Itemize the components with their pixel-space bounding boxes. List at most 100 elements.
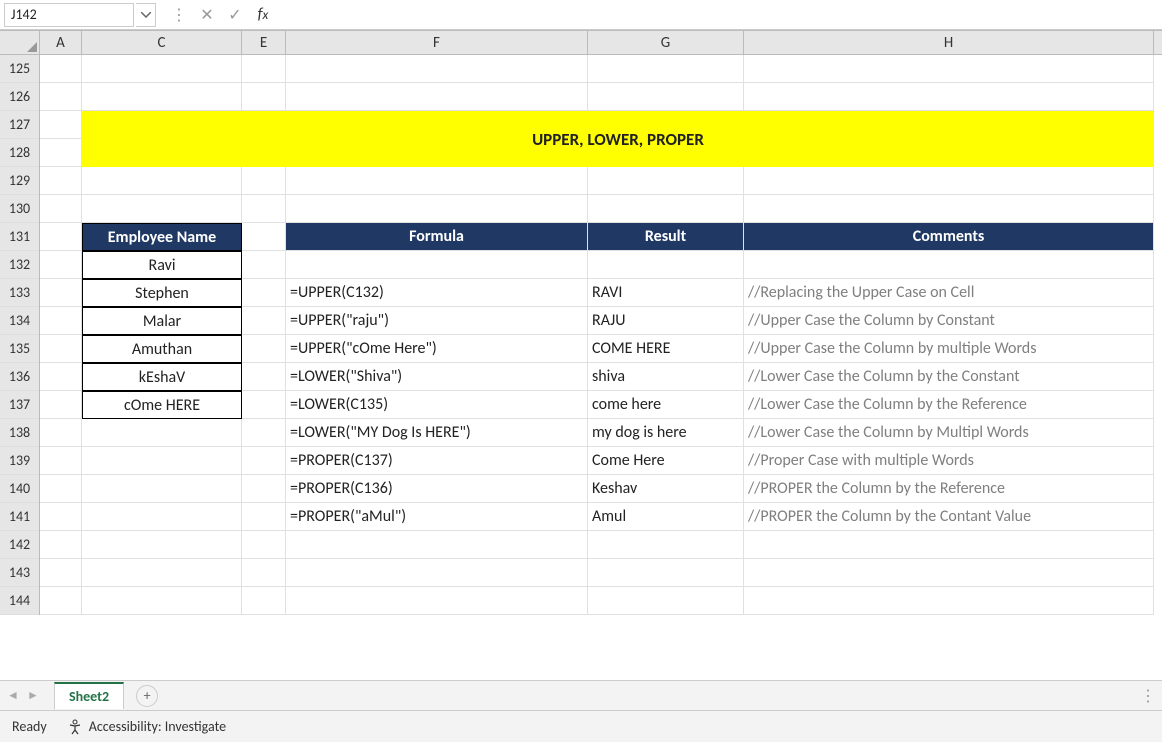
cell[interactable]	[242, 251, 286, 279]
row-header[interactable]: 134	[0, 307, 39, 335]
cell[interactable]	[82, 55, 242, 83]
cell[interactable]	[40, 419, 82, 447]
row-header[interactable]: 125	[0, 55, 39, 83]
enter-formula-button[interactable]: ✓	[222, 3, 248, 27]
cell[interactable]	[40, 223, 82, 251]
cell[interactable]	[286, 167, 588, 195]
result-cell[interactable]: come here	[588, 391, 744, 419]
cell[interactable]	[588, 55, 744, 83]
cell[interactable]	[744, 195, 1154, 223]
result-cell[interactable]: COME HERE	[588, 335, 744, 363]
cell[interactable]	[40, 503, 82, 531]
cell[interactable]	[588, 251, 744, 279]
row-header[interactable]: 133	[0, 279, 39, 307]
cell[interactable]	[40, 335, 82, 363]
comment-cell[interactable]: //Upper Case the Column by Constant	[744, 307, 1154, 335]
cell[interactable]	[744, 559, 1154, 587]
cell[interactable]	[242, 363, 286, 391]
col-header-F[interactable]: F	[286, 31, 588, 54]
cell[interactable]	[286, 195, 588, 223]
cell[interactable]	[40, 251, 82, 279]
cell[interactable]	[242, 335, 286, 363]
cell[interactable]	[744, 587, 1154, 615]
comment-cell[interactable]: //Proper Case with multiple Words	[744, 447, 1154, 475]
sheet-nav-next[interactable]: ►	[24, 686, 42, 706]
col-header-H[interactable]: H	[744, 31, 1154, 54]
employee-cell[interactable]: Amuthan	[82, 335, 242, 363]
cell[interactable]	[242, 55, 286, 83]
comment-cell[interactable]: //Upper Case the Column by multiple Word…	[744, 335, 1154, 363]
cell[interactable]	[40, 559, 82, 587]
row-header[interactable]: 137	[0, 391, 39, 419]
employee-cell[interactable]: Malar	[82, 307, 242, 335]
cell[interactable]	[286, 531, 588, 559]
cell[interactable]	[242, 167, 286, 195]
cell[interactable]	[242, 587, 286, 615]
cell[interactable]	[40, 447, 82, 475]
result-cell[interactable]: shiva	[588, 363, 744, 391]
row-header[interactable]: 141	[0, 503, 39, 531]
cell[interactable]	[82, 587, 242, 615]
row-header[interactable]: 144	[0, 587, 39, 615]
more-icon[interactable]: ⋮	[166, 3, 192, 27]
cell[interactable]	[242, 559, 286, 587]
cell[interactable]	[40, 307, 82, 335]
cell[interactable]	[242, 391, 286, 419]
cell[interactable]	[588, 83, 744, 111]
row-header[interactable]: 128	[0, 139, 39, 167]
cell[interactable]	[82, 195, 242, 223]
cell[interactable]	[588, 587, 744, 615]
cell[interactable]	[242, 223, 286, 251]
header-employee[interactable]: Employee Name	[82, 223, 242, 251]
cell[interactable]	[40, 475, 82, 503]
add-sheet-button[interactable]: +	[136, 685, 158, 707]
cell[interactable]	[82, 531, 242, 559]
comment-cell[interactable]: //PROPER the Column by the Contant Value	[744, 503, 1154, 531]
row-header[interactable]: 139	[0, 447, 39, 475]
cell[interactable]	[286, 83, 588, 111]
cell[interactable]	[242, 419, 286, 447]
cell[interactable]	[40, 167, 82, 195]
row-header[interactable]: 136	[0, 363, 39, 391]
cell[interactable]	[40, 195, 82, 223]
cell[interactable]	[40, 363, 82, 391]
comment-cell[interactable]: //Lower Case the Column by the Constant	[744, 363, 1154, 391]
cell[interactable]	[40, 531, 82, 559]
cell[interactable]	[242, 503, 286, 531]
cell[interactable]	[40, 55, 82, 83]
row-header[interactable]: 138	[0, 419, 39, 447]
employee-cell[interactable]: cOme HERE	[82, 391, 242, 419]
cell[interactable]	[744, 531, 1154, 559]
employee-cell[interactable]: kEshaV	[82, 363, 242, 391]
col-header-G[interactable]: G	[588, 31, 744, 54]
sheet-tab-active[interactable]: Sheet2	[54, 682, 124, 709]
cell[interactable]	[82, 447, 242, 475]
header-formula[interactable]: Formula	[286, 223, 588, 251]
cell[interactable]	[588, 167, 744, 195]
cell[interactable]	[82, 475, 242, 503]
cell[interactable]	[242, 307, 286, 335]
col-header-A[interactable]: A	[40, 31, 82, 54]
comment-cell[interactable]: //Replacing the Upper Case on Cell	[744, 279, 1154, 307]
row-header[interactable]: 132	[0, 251, 39, 279]
comment-cell[interactable]: //Lower Case the Column by Multipl Words	[744, 419, 1154, 447]
banner-cell[interactable]: UPPER, LOWER, PROPER	[82, 111, 1154, 167]
result-cell[interactable]: Keshav	[588, 475, 744, 503]
cancel-formula-button[interactable]: ✕	[194, 3, 220, 27]
cell[interactable]	[40, 279, 82, 307]
row-header[interactable]: 135	[0, 335, 39, 363]
cell[interactable]	[242, 279, 286, 307]
row-header[interactable]: 129	[0, 167, 39, 195]
cell[interactable]	[242, 195, 286, 223]
comment-cell[interactable]: //Lower Case the Column by the Reference	[744, 391, 1154, 419]
row-header[interactable]: 131	[0, 223, 39, 251]
result-cell[interactable]: Amul	[588, 503, 744, 531]
row-header[interactable]: 130	[0, 195, 39, 223]
cell[interactable]	[40, 111, 82, 167]
employee-cell[interactable]: Ravi	[82, 251, 242, 279]
formula-input[interactable]	[278, 3, 1158, 27]
formula-cell[interactable]: =LOWER(C135)	[286, 391, 588, 419]
formula-cell[interactable]: =UPPER("raju")	[286, 307, 588, 335]
cell[interactable]	[40, 391, 82, 419]
accessibility-status[interactable]: Accessibility: Investigate	[67, 718, 226, 735]
